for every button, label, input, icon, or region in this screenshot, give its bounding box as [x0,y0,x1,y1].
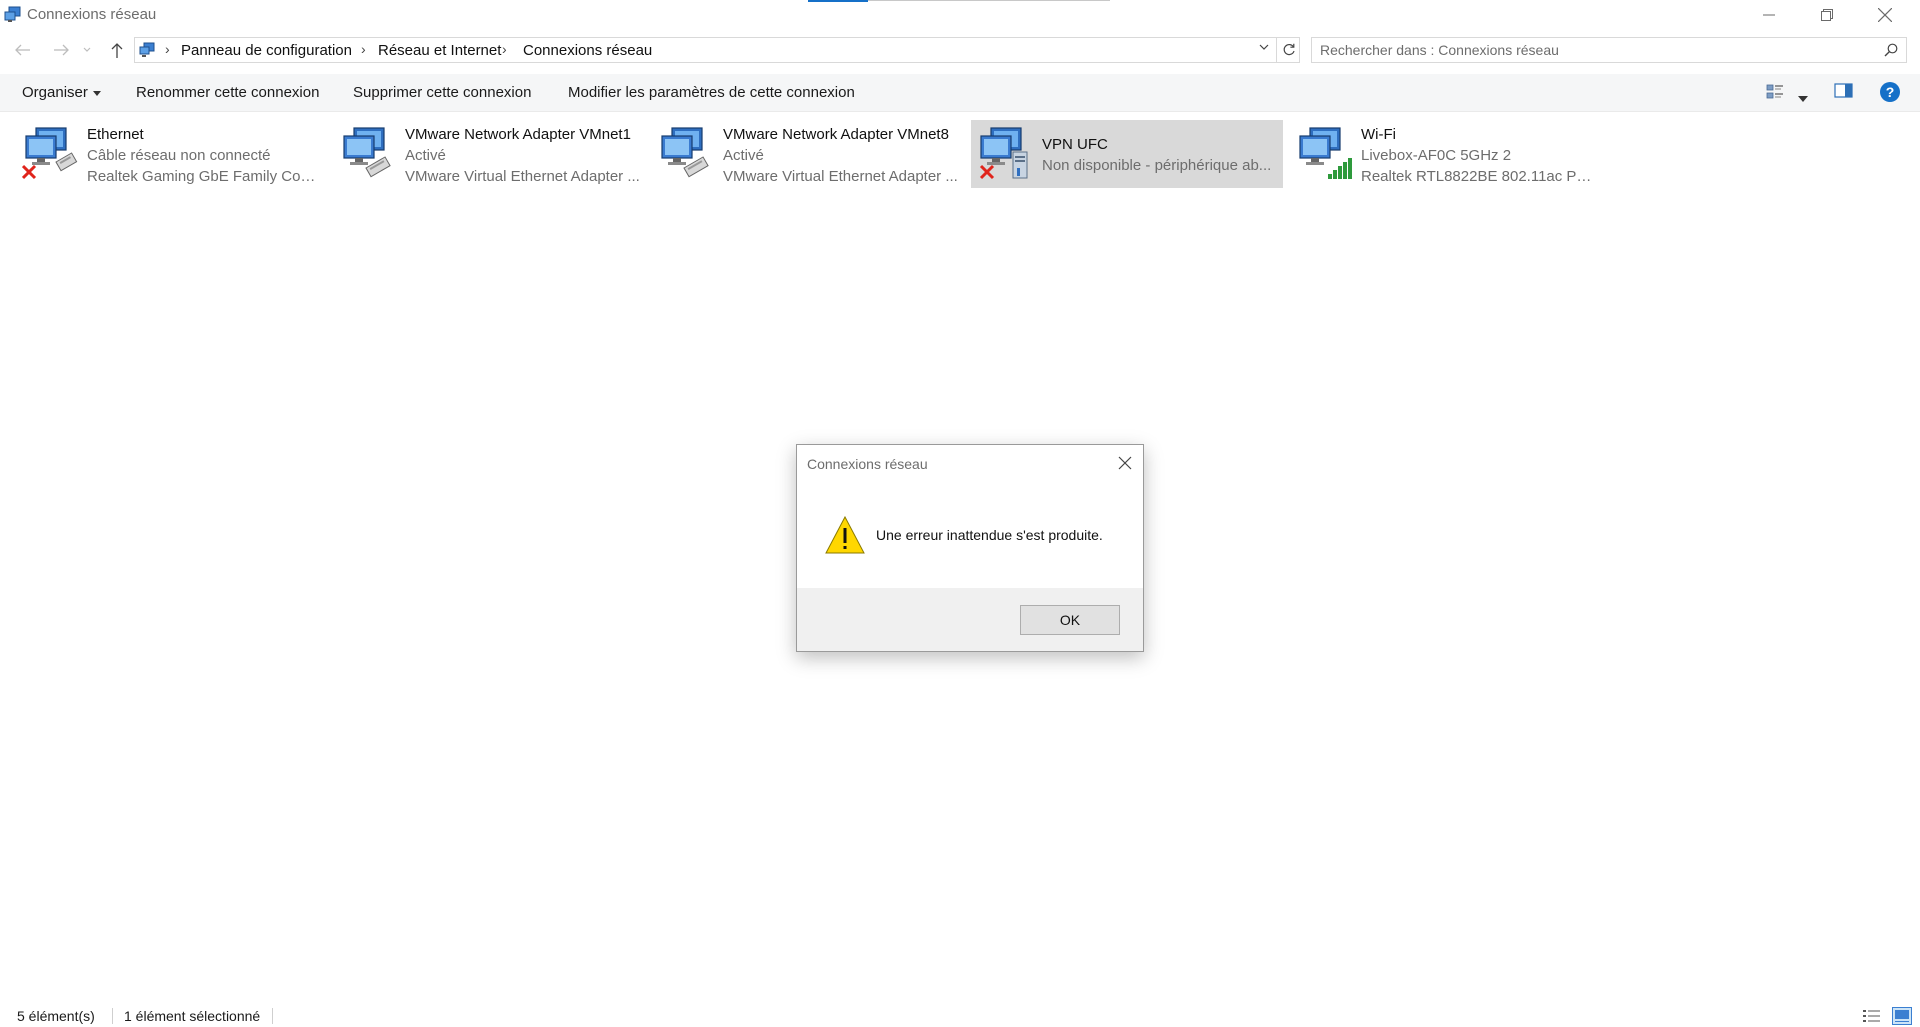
close-window-button[interactable] [1856,0,1914,30]
connection-item-vmnet8[interactable]: VMware Network Adapter VMnet8 Activé VMw… [652,120,964,188]
selection-count: 1 élément sélectionné [124,1008,261,1024]
command-bar: Organiser Renommer cette connexion Suppr… [0,74,1920,112]
breadcrumb-network-connections[interactable]: Connexions réseau [523,42,652,59]
connection-status: Activé [723,147,764,164]
help-button[interactable]: ? [1879,81,1901,108]
address-history-chevron-icon[interactable] [1259,44,1269,52]
dialog-message: Une erreur inattendue s'est produite. [876,527,1103,543]
details-view-icon[interactable] [1862,1007,1882,1025]
back-button[interactable] [11,32,35,68]
minimize-icon [1763,14,1775,16]
connection-device: VMware Virtual Ethernet Adapter ... [405,168,640,185]
chevron-right-icon: › [502,41,507,57]
connection-name: Ethernet [87,126,144,143]
window-title: Connexions réseau [27,6,157,23]
error-dialog: Connexions réseau Une erreur inattendue … [796,444,1144,652]
dialog-title: Connexions réseau [807,456,928,472]
connection-name: VMware Network Adapter VMnet1 [405,126,631,143]
large-icons-view-icon[interactable] [1892,1007,1912,1025]
connection-device: Realtek RTL8822BE 802.11ac PCIe ... [1361,168,1597,185]
up-arrow-icon [111,43,123,58]
rename-connection-button[interactable]: Renommer cette connexion [136,84,319,101]
status-divider [112,1008,113,1024]
preview-pane-button[interactable] [1834,82,1854,105]
close-icon [1878,8,1892,22]
address-bar[interactable]: › Panneau de configuration › Réseau et I… [134,37,1300,63]
organize-label: Organiser [22,84,88,101]
view-options-icon [1766,84,1783,99]
connection-status: Non disponible - périphérique ab... [1042,157,1272,174]
network-connections-app-icon [4,6,21,22]
ethernet-adapter-icon [661,127,709,178]
status-divider [272,1008,273,1024]
connection-status: Câble réseau non connecté [87,147,271,164]
chevron-right-icon: › [361,41,366,57]
connections-list: Ethernet Câble réseau non connecté Realt… [0,118,1920,198]
chevron-down-icon [83,47,91,52]
recent-locations-button[interactable] [80,32,94,68]
svg-text:?: ? [1886,84,1895,100]
connection-item-vpn-ufc[interactable]: VPN UFC Non disponible - périphérique ab… [971,120,1283,188]
caret-down-icon [1798,96,1808,102]
search-icon[interactable] [1884,43,1898,57]
refresh-icon [1283,43,1295,56]
preview-pane-icon [1834,83,1853,98]
chevron-right-icon: › [165,41,170,57]
status-bar: 5 élément(s) 1 élément sélectionné [0,1005,1920,1027]
forward-button[interactable] [49,32,73,68]
connection-device: Realtek Gaming GbE Family Contr... [87,168,323,185]
title-accent-strip [808,0,868,2]
connection-device: VMware Virtual Ethernet Adapter ... [723,168,958,185]
connection-item-vmnet1[interactable]: VMware Network Adapter VMnet1 Activé VMw… [334,120,646,188]
organize-menu-button[interactable]: Organiser [22,84,101,101]
minimize-button[interactable] [1740,0,1798,30]
connection-name: VPN UFC [1042,136,1108,153]
search-input[interactable] [1320,41,1870,59]
warning-icon [825,515,865,554]
refresh-button[interactable] [1276,37,1300,63]
back-arrow-icon [15,44,30,56]
navigation-row: › Panneau de configuration › Réseau et I… [0,32,1920,68]
close-icon[interactable] [1117,455,1133,471]
ok-button[interactable]: OK [1020,605,1120,635]
wifi-signal-icon [1299,127,1352,179]
connection-item-ethernet[interactable]: Ethernet Câble réseau non connecté Realt… [16,120,328,188]
help-icon: ? [1880,82,1900,102]
network-connections-window: Connexions réseau › Panneau de configura… [0,0,1920,1027]
modify-settings-button[interactable]: Modifier les paramètres de cette connexi… [568,84,855,101]
vpn-disconnected-icon [979,127,1028,180]
connection-name: Wi-Fi [1361,126,1396,143]
title-divider [868,0,1110,1]
ethernet-adapter-icon [343,127,391,178]
forward-arrow-icon [54,44,69,56]
connection-status: Activé [405,147,446,164]
network-folder-icon [139,42,155,57]
breadcrumb-network-internet[interactable]: Réseau et Internet [378,42,501,59]
connection-item-wifi[interactable]: Wi-Fi Livebox-AF0C 5GHz 2 Realtek RTL882… [1290,120,1602,188]
item-count: 5 élément(s) [17,1008,95,1024]
ethernet-disconnected-icon [22,127,78,180]
title-bar: Connexions réseau [0,0,1920,30]
view-dropdown-button[interactable] [1798,89,1808,107]
change-view-button[interactable] [1766,82,1788,107]
connection-status: Livebox-AF0C 5GHz 2 [1361,147,1512,164]
breadcrumb-control-panel[interactable]: Panneau de configuration [181,42,352,59]
delete-connection-button[interactable]: Supprimer cette connexion [353,84,531,101]
restore-button[interactable] [1798,0,1856,30]
restore-icon [1821,9,1833,21]
search-box[interactable] [1311,37,1907,63]
up-button[interactable] [105,32,129,68]
connection-name: VMware Network Adapter VMnet8 [723,126,949,143]
caret-down-icon [92,90,101,96]
